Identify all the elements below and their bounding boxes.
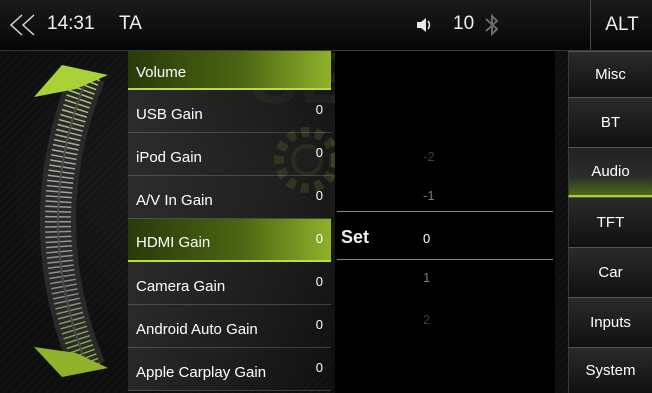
nav-label: Misc <box>595 66 626 83</box>
setting-row-ipod-gain[interactable]: iPod Gain 0 <box>128 133 331 176</box>
nav-audio[interactable]: Audio <box>568 147 652 197</box>
setting-row-usb-gain[interactable]: USB Gain 0 <box>128 90 331 133</box>
alt-button[interactable]: ALT <box>590 0 652 50</box>
picker-option[interactable]: 2 <box>423 312 430 327</box>
setting-row-apple-carplay-gain[interactable]: Apple Carplay Gain 0 <box>128 348 331 391</box>
picker-divider-top <box>337 211 553 212</box>
setting-row-hdmi-gain[interactable]: HDMI Gain 0 <box>128 219 331 262</box>
nav-label: System <box>585 362 636 379</box>
nav-system[interactable]: System <box>568 347 652 393</box>
clock: 14:31 <box>47 13 95 34</box>
setting-row-av-in-gain[interactable]: A/V In Gain 0 <box>128 176 331 219</box>
setting-label: A/V In Gain <box>136 192 213 209</box>
set-label: Set <box>341 227 370 247</box>
picker-option[interactable]: -1 <box>423 188 435 203</box>
setting-label: USB Gain <box>136 106 203 123</box>
setting-value: 0 <box>315 231 323 246</box>
setting-value: 0 <box>315 188 323 203</box>
setting-label: iPod Gain <box>136 149 202 166</box>
setting-value: 0 <box>315 274 323 289</box>
settings-nav: Misc BT Audio TFT Car Inputs System <box>568 51 652 393</box>
scroll-arc[interactable] <box>18 55 123 388</box>
bluetooth-icon <box>482 11 502 39</box>
value-picker[interactable]: -2 -1 Set 0 1 2 <box>335 51 555 393</box>
setting-row-volume[interactable]: Volume <box>128 51 331 90</box>
nav-label: Car <box>598 264 623 281</box>
nav-label: Audio <box>591 163 630 180</box>
picker-divider-bottom <box>337 259 553 260</box>
alt-label: ALT <box>605 14 639 35</box>
nav-label: Inputs <box>590 314 631 331</box>
nav-inputs[interactable]: Inputs <box>568 297 652 347</box>
settings-list: Volume USB Gain 0 iPod Gain 0 A/V In Gai… <box>128 51 331 391</box>
picker-option[interactable]: 1 <box>423 270 430 285</box>
volume-level: 10 <box>453 13 475 34</box>
nav-car[interactable]: Car <box>568 247 652 297</box>
audio-source: TA <box>119 13 142 34</box>
speaker-icon <box>415 15 435 35</box>
nav-label: BT <box>600 114 621 131</box>
picker-selected-value[interactable]: 0 <box>423 231 430 246</box>
setting-value: 0 <box>315 145 323 160</box>
setting-label: Android Auto Gain <box>136 321 258 338</box>
nav-bt[interactable]: BT <box>568 97 652 147</box>
setting-label: Camera Gain <box>136 278 226 295</box>
setting-value: 0 <box>315 360 323 375</box>
nav-misc[interactable]: Misc <box>568 51 652 97</box>
setting-label: HDMI Gain <box>136 234 211 251</box>
back-icon[interactable] <box>6 10 40 40</box>
setting-label: Volume <box>136 64 187 81</box>
setting-row-camera-gain[interactable]: Camera Gain 0 <box>128 262 331 305</box>
setting-row-android-auto-gain[interactable]: Android Auto Gain 0 <box>128 305 331 348</box>
nav-label: TFT <box>596 214 625 231</box>
setting-value: 0 <box>315 102 323 117</box>
picker-option[interactable]: -2 <box>423 149 435 164</box>
setting-label: Apple Carplay Gain <box>136 364 267 381</box>
setting-value: 0 <box>315 317 323 332</box>
nav-tft[interactable]: TFT <box>568 197 652 247</box>
